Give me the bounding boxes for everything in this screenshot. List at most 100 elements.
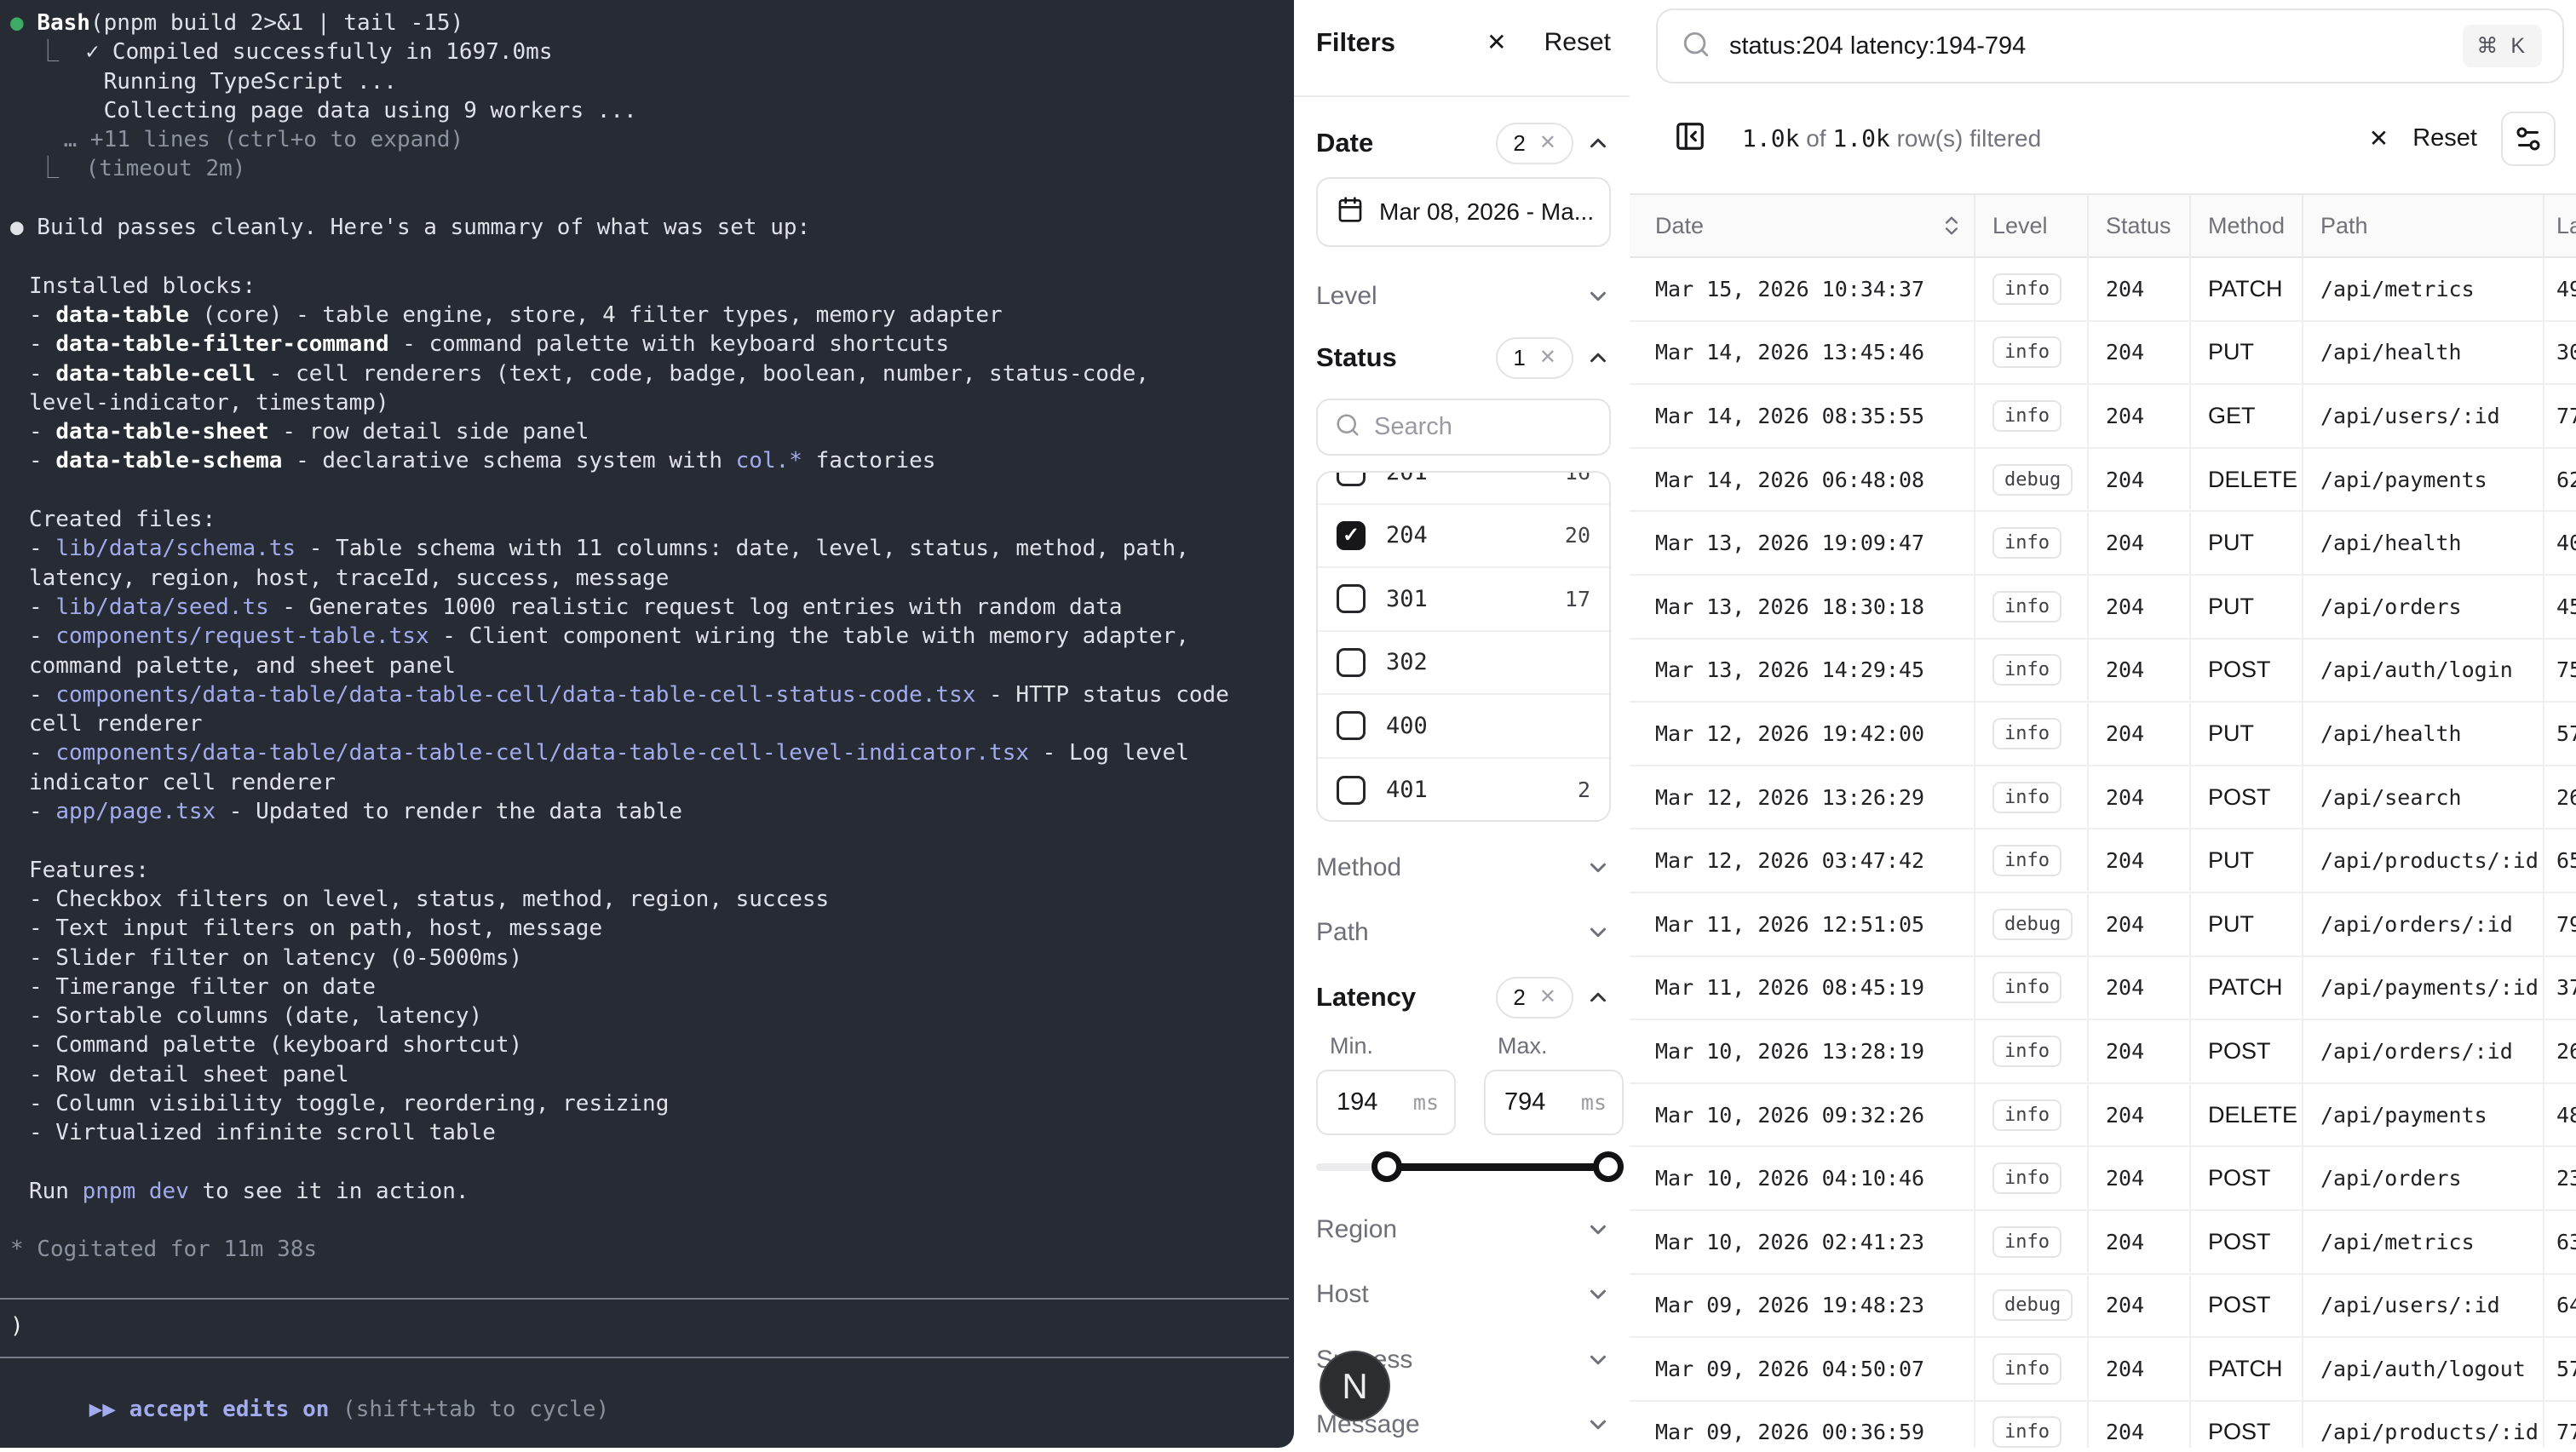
column-header-method[interactable]: Method [2191, 195, 2303, 256]
filter-badge[interactable]: 2 ✕ [1496, 123, 1573, 164]
checkbox[interactable]: ✓ [1337, 521, 1366, 550]
nextjs-dev-indicator-button[interactable]: N [1320, 1351, 1390, 1421]
table-row[interactable]: Mar 09, 2026 19:48:23debug204POST/api/us… [1630, 1275, 2576, 1339]
table-row[interactable]: Mar 10, 2026 02:41:23info204POST/api/met… [1630, 1211, 2576, 1275]
filter-section-latency[interactable]: Latency 2 ✕ [1316, 970, 1611, 1024]
command-search-bar[interactable]: status:204 latency:194-794 ⌘ K [1656, 9, 2564, 83]
table-row[interactable]: Mar 12, 2026 03:47:42info204PUT/api/prod… [1630, 829, 2576, 893]
status-option-label: 201 [1386, 471, 1544, 485]
column-header-level[interactable]: Level [1975, 195, 2089, 256]
column-header-latency[interactable]: Latency [2544, 195, 2576, 256]
table-row[interactable]: Mar 14, 2026 06:48:08debug204DELETE/api/… [1630, 449, 2576, 513]
table-row[interactable]: Mar 15, 2026 10:34:37info204PATCH/api/me… [1630, 258, 2576, 322]
chevron-down-icon[interactable] [1585, 284, 1611, 309]
chevron-down-icon[interactable] [1585, 1217, 1611, 1243]
terminal-line: indicator cell renderer [0, 768, 1294, 797]
terminal-line: * Cogitated for 11m 38s [0, 1235, 1294, 1264]
cell-level: info [1975, 322, 2089, 384]
slider-max-handle[interactable] [1593, 1151, 1624, 1182]
fast-forward-icon: ▶▶ [89, 1397, 129, 1422]
column-header-path[interactable]: Path [2303, 195, 2544, 256]
clear-filters-icon[interactable]: ✕ [2369, 127, 2389, 151]
table-row[interactable]: Mar 13, 2026 19:09:47info204PUT/api/heal… [1630, 512, 2576, 576]
terminal-prompt[interactable]: ) [0, 1313, 1299, 1339]
chevron-down-icon[interactable] [1585, 1282, 1611, 1307]
chevron-up-icon[interactable] [1585, 130, 1611, 156]
cell-latency: 23 [2544, 1147, 2576, 1209]
filter-section-region[interactable]: Region [1316, 1202, 1611, 1257]
cell-level: debug [1975, 1275, 2089, 1337]
table-row[interactable]: Mar 10, 2026 09:32:26info204DELETE/api/p… [1630, 1084, 2576, 1148]
sort-icon[interactable] [1940, 214, 1964, 238]
checkbox[interactable] [1337, 471, 1366, 486]
checkbox[interactable] [1337, 776, 1366, 805]
table-row[interactable]: Mar 12, 2026 13:26:29info204POST/api/sea… [1630, 766, 2576, 830]
chevron-up-icon[interactable] [1585, 345, 1611, 370]
chevron-down-icon[interactable] [1585, 1412, 1611, 1438]
checkbox[interactable] [1337, 648, 1366, 677]
close-icon[interactable]: ✕ [1486, 31, 1506, 55]
chevron-up-icon[interactable] [1585, 984, 1611, 1010]
terminal-line: - Column visibility toggle, reordering, … [0, 1089, 1294, 1118]
clear-filter-icon[interactable]: ✕ [1539, 347, 1556, 368]
latency-range-slider[interactable] [1316, 1160, 1611, 1174]
chevron-down-icon[interactable] [1585, 1347, 1611, 1373]
status-option[interactable]: 30117 [1318, 568, 1609, 632]
status-option[interactable]: 20116 [1318, 471, 1609, 505]
status-search-input[interactable]: Search [1316, 399, 1611, 456]
chevron-down-icon[interactable] [1585, 855, 1611, 881]
filter-section-date[interactable]: Date 2 ✕ [1316, 116, 1611, 170]
terminal-line: - data-table (core) - table engine, stor… [0, 301, 1294, 330]
cell-status: 204 [2089, 640, 2191, 702]
table-reset-button[interactable]: Reset [2412, 124, 2477, 152]
checkbox[interactable] [1337, 584, 1366, 613]
cell-date: Mar 10, 2026 02:41:23 [1630, 1211, 1975, 1273]
status-option[interactable]: ✓20420 [1318, 505, 1609, 569]
cell-status: 204 [2089, 957, 2191, 1019]
cell-method: POST [2191, 1147, 2303, 1209]
table-row[interactable]: Mar 10, 2026 04:10:46info204POST/api/ord… [1630, 1147, 2576, 1211]
terminal-line: latency, region, host, traceId, success,… [0, 564, 1294, 593]
date-range-input[interactable]: Mar 08, 2026 - Ma... [1316, 177, 1611, 247]
filter-section-path[interactable]: Path [1316, 905, 1611, 960]
table-row[interactable]: Mar 13, 2026 18:30:18info204PUT/api/orde… [1630, 576, 2576, 640]
terminal-pane: ● Bash(pnpm build 2>&1 | tail -15) ⎿ ✓ C… [0, 0, 1294, 1448]
cell-method: POST [2191, 640, 2303, 702]
table-row[interactable]: Mar 09, 2026 04:50:07info204PATCH/api/au… [1630, 1338, 2576, 1402]
filter-section-status[interactable]: Status 1 ✕ [1316, 330, 1611, 385]
status-option[interactable]: 400 [1318, 695, 1609, 759]
filter-badge[interactable]: 2 ✕ [1496, 977, 1573, 1019]
table-row[interactable]: Mar 10, 2026 13:28:19info204POST/api/ord… [1630, 1020, 2576, 1084]
filters-reset-button[interactable]: Reset [1544, 28, 1611, 57]
table-row[interactable]: Mar 11, 2026 08:45:19info204PATCH/api/pa… [1630, 957, 2576, 1021]
chevron-down-icon[interactable] [1585, 920, 1611, 945]
clear-filter-icon[interactable]: ✕ [1539, 133, 1556, 153]
table-header-row: Date Level Status Method Path Latency [1630, 193, 2576, 258]
view-settings-button[interactable] [2501, 112, 2556, 166]
table-row[interactable]: Mar 13, 2026 14:29:45info204POST/api/aut… [1630, 640, 2576, 703]
filter-section-method[interactable]: Method [1316, 841, 1611, 895]
table-row[interactable]: Mar 12, 2026 19:42:00info204PUT/api/heal… [1630, 703, 2576, 766]
panel-left-close-icon[interactable] [1674, 120, 1706, 157]
cell-status: 204 [2089, 703, 2191, 765]
cell-latency: 65 [2544, 829, 2576, 892]
cell-status: 204 [2089, 1275, 2191, 1337]
table-row[interactable]: Mar 11, 2026 12:51:05debug204PUT/api/ord… [1630, 893, 2576, 957]
clear-filter-icon[interactable]: ✕ [1539, 987, 1556, 1007]
checkbox[interactable] [1337, 711, 1366, 740]
filter-badge[interactable]: 1 ✕ [1496, 337, 1573, 379]
filter-section-host[interactable]: Host [1316, 1267, 1611, 1322]
cell-date: Mar 12, 2026 03:47:42 [1630, 829, 1975, 892]
column-header-date[interactable]: Date [1630, 195, 1975, 256]
latency-max-input[interactable]: 794 ms [1484, 1070, 1624, 1135]
table-row[interactable]: Mar 14, 2026 08:35:55info204GET/api/user… [1630, 385, 2576, 449]
status-option[interactable]: 302 [1318, 632, 1609, 696]
column-header-status[interactable]: Status [2089, 195, 2191, 256]
filter-section-level[interactable]: Level [1316, 269, 1611, 324]
status-option[interactable]: 4012 [1318, 759, 1609, 823]
latency-min-input[interactable]: 194 ms [1316, 1070, 1456, 1135]
table-row[interactable]: Mar 14, 2026 13:45:46info204PUT/api/heal… [1630, 322, 2576, 386]
slider-min-handle[interactable] [1371, 1151, 1402, 1182]
table-row[interactable]: Mar 09, 2026 00:36:59info204POST/api/pro… [1630, 1402, 2576, 1448]
terminal-line: - lib/data/schema.ts - Table schema with… [0, 534, 1294, 563]
